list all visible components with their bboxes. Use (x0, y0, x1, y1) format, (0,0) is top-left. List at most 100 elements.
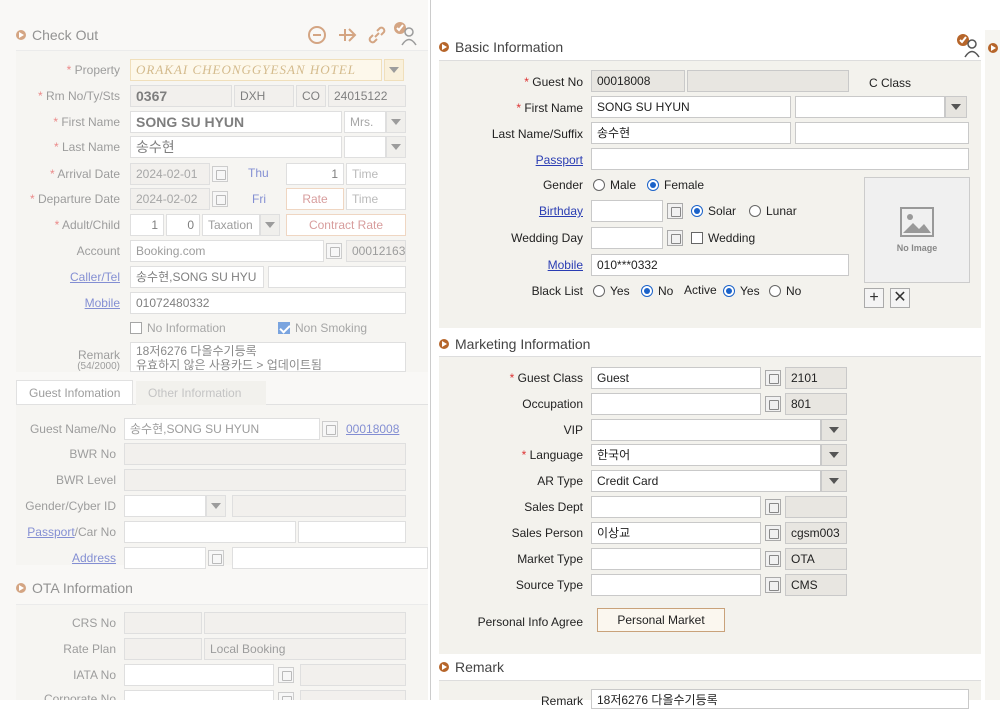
black-list-yes-radio[interactable]: Yes (593, 284, 630, 298)
guest-no-link[interactable]: 00018008 (346, 422, 406, 436)
occupation-search-icon[interactable] (765, 396, 781, 412)
no-information-checkbox[interactable]: No Information (130, 321, 226, 335)
room-number-field[interactable]: 0367 (130, 85, 232, 107)
gender-dropdown-icon[interactable] (206, 495, 226, 517)
source-type-search-icon[interactable] (765, 577, 781, 593)
birthday-link[interactable]: Birthday (451, 204, 583, 218)
taxation-dropdown-icon[interactable] (260, 214, 280, 236)
suffix-field[interactable] (795, 122, 969, 144)
arrival-calendar-icon[interactable] (212, 166, 228, 182)
room-type-field[interactable]: DXH (234, 85, 294, 107)
guest-profile-icon[interactable] (392, 20, 418, 46)
room-status-field[interactable]: CO (296, 85, 326, 107)
corporate-search-icon[interactable] (278, 692, 294, 700)
address-search-icon[interactable] (208, 550, 224, 566)
sales-dept-field[interactable] (591, 496, 761, 518)
room-extra-field[interactable]: 24015122 (328, 85, 406, 107)
guest-class-search-icon[interactable] (765, 370, 781, 386)
mobile-field[interactable]: 010***0332 (591, 254, 849, 276)
mobile-field[interactable]: 01072480332 (130, 292, 406, 314)
crs-no-field[interactable] (124, 612, 202, 634)
move-arrow-icon[interactable] (336, 24, 360, 46)
iata-no-field[interactable] (124, 664, 274, 686)
guest-search-icon[interactable] (322, 421, 338, 437)
iata-extra-field[interactable] (300, 664, 406, 686)
vip-select[interactable] (591, 419, 821, 441)
vip-dropdown-icon[interactable] (821, 419, 847, 441)
memo-icon[interactable] (306, 24, 328, 46)
active-no-radio[interactable]: No (769, 284, 801, 298)
rate-plan-code-field[interactable] (124, 638, 202, 660)
first-name-field[interactable]: SONG SU HYUN (130, 111, 342, 133)
passport-link[interactable]: Passport (27, 525, 74, 539)
link-icon[interactable] (366, 24, 388, 46)
sales-dept-search-icon[interactable] (765, 499, 781, 515)
last-name-field[interactable]: 송수현 (130, 136, 342, 158)
rate-button[interactable]: Rate (286, 188, 344, 210)
first-name-dropdown-icon[interactable] (945, 96, 967, 118)
crs-no-extra-field[interactable] (204, 612, 406, 634)
gender-female-radio[interactable]: Female (647, 178, 704, 192)
ar-type-dropdown-icon[interactable] (821, 470, 847, 492)
passport-field[interactable] (591, 148, 969, 170)
corporate-no-field[interactable] (124, 690, 274, 700)
active-yes-radio[interactable]: Yes (723, 284, 760, 298)
mobile-link[interactable]: Mobile (451, 258, 583, 272)
first-name-field[interactable]: SONG SU HYUN (591, 96, 791, 118)
non-smoking-checkbox[interactable]: Non Smoking (278, 321, 367, 335)
sales-person-field[interactable]: 이상교 (591, 522, 761, 544)
address-link[interactable]: Address (16, 551, 116, 565)
caller-tel-link[interactable]: Caller/Tel (20, 270, 120, 284)
bwr-level-field[interactable] (124, 469, 406, 491)
bwr-no-field[interactable] (124, 443, 406, 465)
account-field[interactable]: Booking.com (130, 240, 324, 262)
wedding-checkbox[interactable]: Wedding (691, 231, 755, 245)
black-list-no-radio[interactable]: No (641, 284, 673, 298)
remark-field[interactable]: 18저6276 다올수기등록 (591, 689, 969, 709)
corporate-extra-field[interactable] (300, 690, 406, 700)
tab-other-information[interactable]: Other Information (136, 381, 266, 405)
wedding-calendar-icon[interactable] (667, 230, 683, 246)
address-zip-field[interactable] (124, 547, 206, 569)
birthday-calendar-icon[interactable] (667, 203, 683, 219)
passport-link[interactable]: Passport (451, 153, 583, 167)
arrival-date-field[interactable]: 2024-02-01 (130, 163, 210, 185)
departure-calendar-icon[interactable] (212, 191, 228, 207)
photo-box[interactable]: No Image (864, 177, 970, 283)
tab-guest-information[interactable]: Guest Infomation (16, 380, 134, 404)
guest-class-field[interactable]: Guest (591, 367, 761, 389)
language-dropdown-icon[interactable] (821, 444, 847, 466)
birthday-field[interactable] (591, 200, 663, 222)
language-select[interactable]: 한국어 (591, 444, 821, 466)
arrival-time-field[interactable]: Time (346, 163, 406, 185)
guest-name-field[interactable]: 송수현,SONG SU HYUN (124, 418, 320, 440)
personal-market-button[interactable]: Personal Market (597, 608, 725, 632)
ar-type-select[interactable]: Credit Card (591, 470, 821, 492)
contract-rate-button[interactable]: Contract Rate (286, 214, 406, 236)
iata-search-icon[interactable] (278, 667, 294, 683)
market-type-field[interactable] (591, 548, 761, 570)
tel-field[interactable] (268, 266, 406, 288)
guest-no-extra-field[interactable] (687, 70, 849, 92)
property-field[interactable]: ORAKAI CHEONGGYESAN HOTEL (130, 59, 382, 81)
passport-field[interactable] (124, 521, 296, 543)
sales-person-search-icon[interactable] (765, 525, 781, 541)
car-no-field[interactable] (298, 521, 406, 543)
last-name-field[interactable]: 송수현 (591, 122, 791, 144)
departure-date-field[interactable]: 2024-02-02 (130, 188, 210, 210)
account-search-icon[interactable] (326, 243, 342, 259)
wedding-day-field[interactable] (591, 227, 663, 249)
lunar-radio[interactable]: Lunar (749, 204, 797, 218)
nights-field[interactable]: 1 (286, 163, 344, 185)
address-field[interactable] (232, 547, 428, 569)
occupation-field[interactable] (591, 393, 761, 415)
caller-field[interactable]: 송수현,SONG SU HYU (130, 266, 264, 288)
mobile-link[interactable]: Mobile (20, 296, 120, 310)
remove-photo-button[interactable]: ✕ (890, 288, 910, 308)
remark-textarea[interactable]: 18저6276 다올수기등록 유효하지 않은 사용카드 > 업데이트됨 (130, 342, 406, 372)
adult-field[interactable]: 1 (130, 214, 164, 236)
taxation-select[interactable]: Taxation (202, 214, 260, 236)
cyber-id-field[interactable] (232, 495, 406, 517)
title-dropdown-icon[interactable] (386, 111, 406, 133)
add-photo-button[interactable]: + (864, 288, 884, 308)
